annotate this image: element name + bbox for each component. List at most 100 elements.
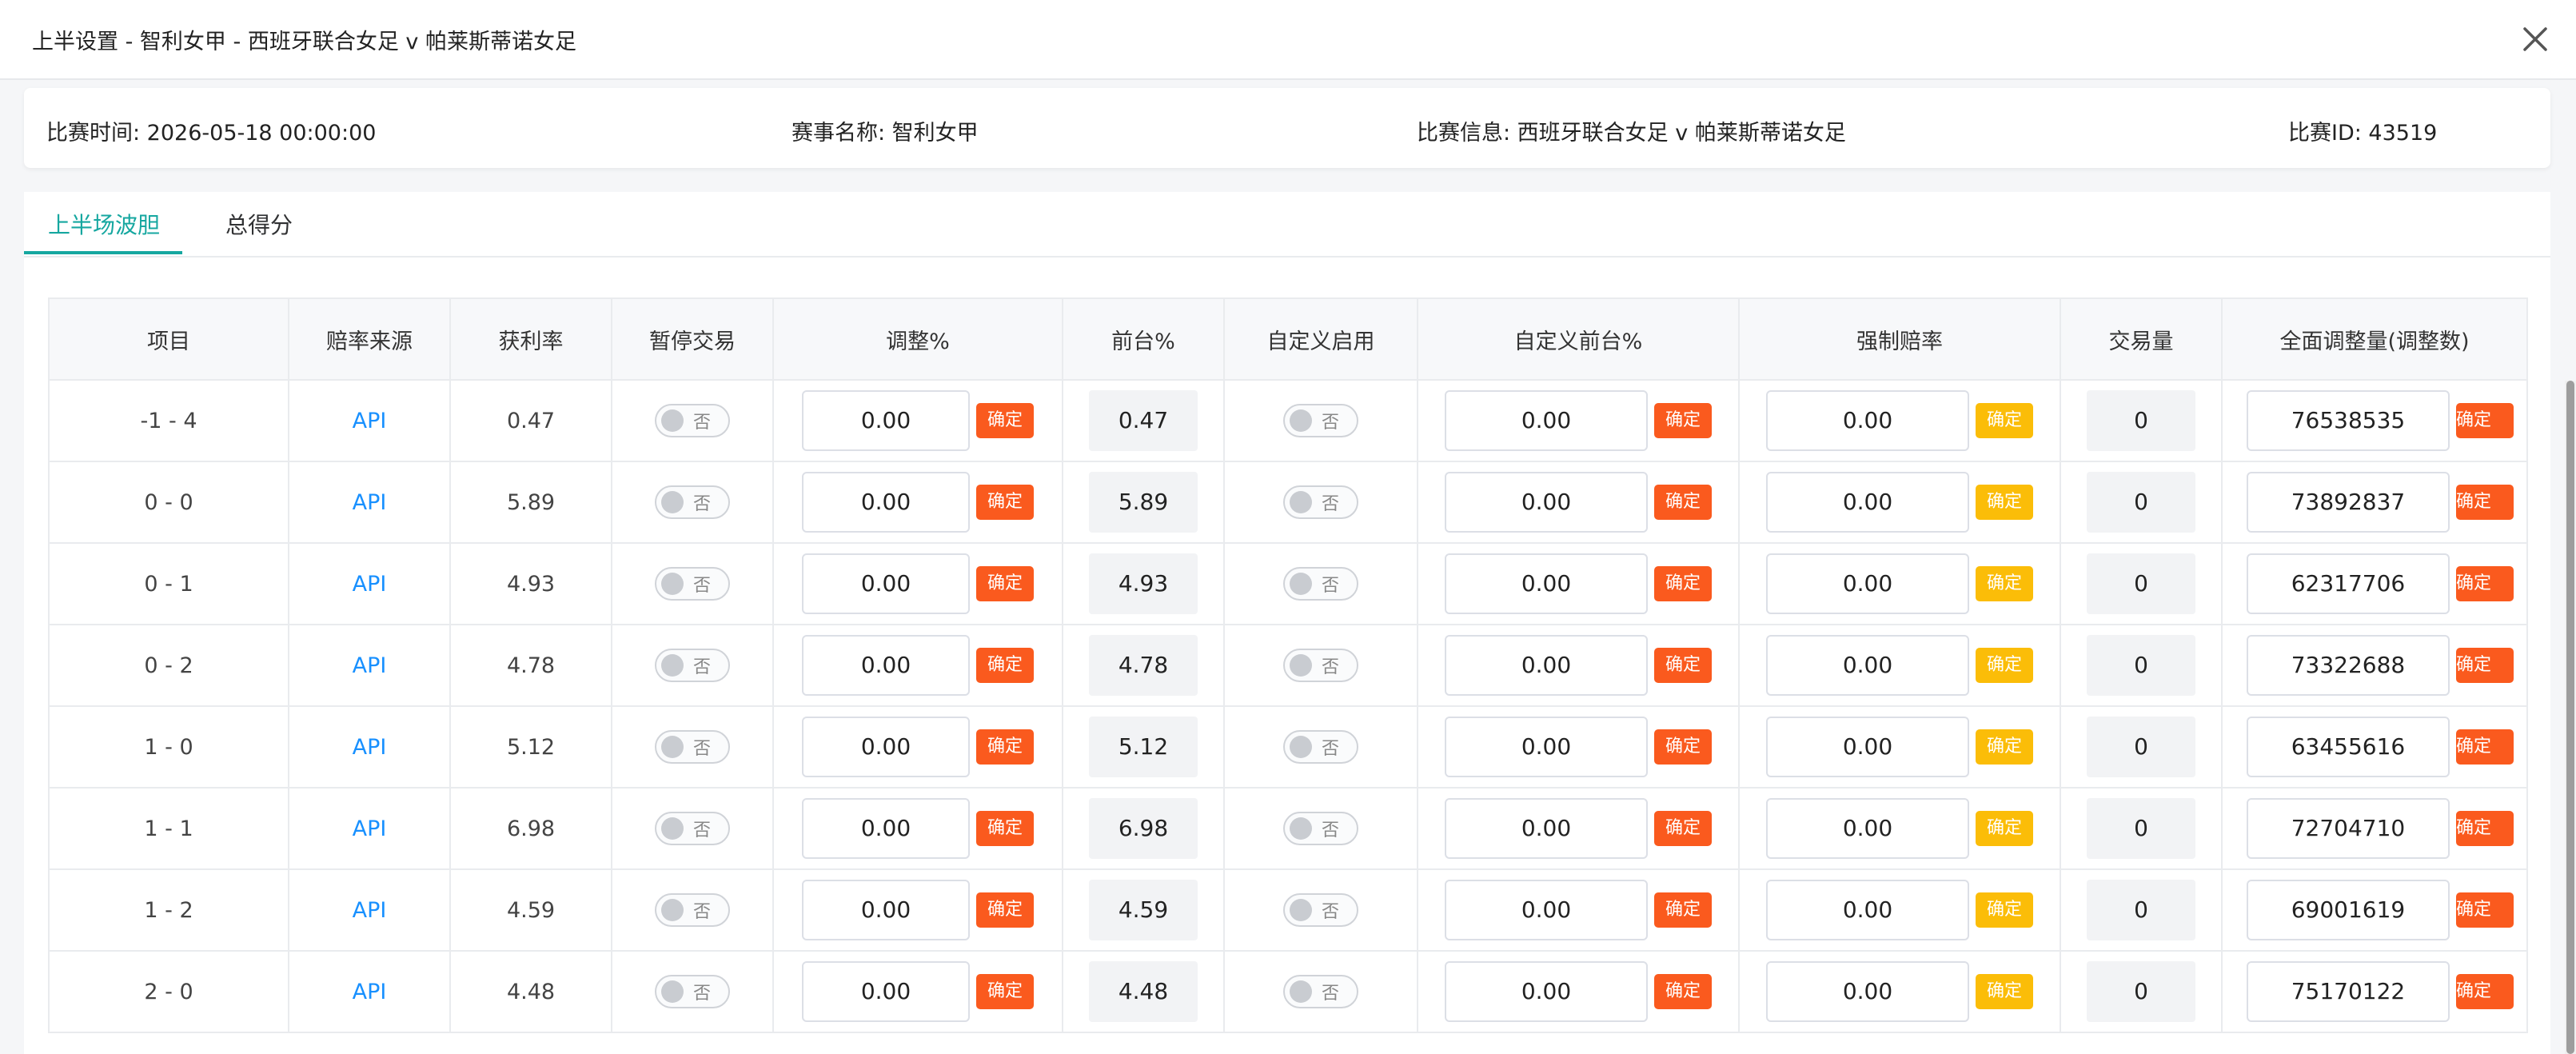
total-adjust-input[interactable]: 75170122 [2247, 961, 2450, 1022]
total-adjust-input[interactable]: 73892837 [2247, 472, 2450, 533]
adjust-confirm-button[interactable]: 确定 [976, 648, 1034, 683]
custom-front-input[interactable]: 0.00 [1445, 553, 1648, 614]
force-odds-confirm-button[interactable]: 确定 [1976, 811, 2033, 846]
total-adjust-input[interactable]: 73322688 [2247, 635, 2450, 696]
force-odds-input[interactable]: 0.00 [1766, 390, 1969, 451]
adjust-percent-input[interactable]: 0.00 [802, 880, 970, 940]
adjust-percent-input[interactable]: 0.00 [802, 390, 970, 451]
adjust-percent-input[interactable]: 0.00 [802, 635, 970, 696]
pause-trading-toggle[interactable]: 否 [655, 893, 730, 927]
custom-front-input[interactable]: 0.00 [1445, 390, 1648, 451]
adjust-cell: 0.00 确定 [772, 950, 1063, 1033]
adjust-percent-input[interactable]: 0.00 [802, 961, 970, 1022]
adjust-percent-input[interactable]: 0.00 [802, 717, 970, 777]
custom-front-input[interactable]: 0.00 [1445, 798, 1648, 859]
force-odds-confirm-button[interactable]: 确定 [1976, 403, 2033, 438]
adjust-confirm-button[interactable]: 确定 [976, 729, 1034, 765]
force-odds-input[interactable]: 0.00 [1766, 553, 1969, 614]
pause-trading-toggle[interactable]: 否 [655, 485, 730, 519]
close-icon[interactable] [2515, 19, 2555, 59]
custom-enable-toggle[interactable]: 否 [1283, 649, 1358, 682]
odds-source-link[interactable]: API [353, 816, 387, 841]
pause-trading-toggle[interactable]: 否 [655, 649, 730, 682]
odds-source-link[interactable]: API [353, 409, 387, 433]
odds-source-link[interactable]: API [353, 980, 387, 1004]
force-odds-confirm-button[interactable]: 确定 [1976, 974, 2033, 1009]
toggle-knob [1290, 409, 1312, 432]
custom-enable-toggle[interactable]: 否 [1283, 730, 1358, 764]
custom-front-confirm-button[interactable]: 确定 [1654, 566, 1712, 601]
custom-enable-toggle[interactable]: 否 [1283, 485, 1358, 519]
front-percent-value: 4.48 [1089, 961, 1198, 1022]
tab-first-half-correct-score[interactable]: 上半场波胆 [48, 208, 160, 240]
adjust-percent-input[interactable]: 0.00 [802, 472, 970, 533]
custom-front-confirm-button[interactable]: 确定 [1654, 403, 1712, 438]
total-adjust-confirm-button[interactable]: 确定 [2456, 403, 2514, 438]
total-adjust-confirm-button[interactable]: 确定 [2456, 892, 2514, 928]
pause-trading-toggle[interactable]: 否 [655, 730, 730, 764]
odds-source-link[interactable]: API [353, 653, 387, 678]
front-percent-value: 5.12 [1089, 717, 1198, 777]
custom-front-confirm-button[interactable]: 确定 [1654, 729, 1712, 765]
toggle-knob [1290, 736, 1312, 758]
custom-enable-toggle[interactable]: 否 [1283, 404, 1358, 437]
odds-source-link[interactable]: API [353, 735, 387, 760]
item-label: 2 - 0 [144, 979, 193, 1004]
force-odds-confirm-button[interactable]: 确定 [1976, 729, 2033, 765]
adjust-confirm-button[interactable]: 确定 [976, 403, 1034, 438]
total-adjust-input[interactable]: 76538535 [2247, 390, 2450, 451]
odds-source-link[interactable]: API [353, 572, 387, 597]
odds-source-link[interactable]: API [353, 490, 387, 515]
custom-front-confirm-button[interactable]: 确定 [1654, 648, 1712, 683]
custom-front-input[interactable]: 0.00 [1445, 635, 1648, 696]
force-odds-confirm-button[interactable]: 确定 [1976, 892, 2033, 928]
total-adjust-confirm-button[interactable]: 确定 [2456, 811, 2514, 846]
force-odds-confirm-button[interactable]: 确定 [1976, 648, 2033, 683]
custom-front-confirm-button[interactable]: 确定 [1654, 974, 1712, 1009]
custom-front-input[interactable]: 0.00 [1445, 472, 1648, 533]
scrollbar[interactable] [2565, 381, 2576, 1054]
tab-total-score[interactable]: 总得分 [225, 208, 293, 240]
total-adjust-confirm-button[interactable]: 确定 [2456, 974, 2514, 1009]
custom-enable-toggle[interactable]: 否 [1283, 975, 1358, 1008]
total-adjust-confirm-button[interactable]: 确定 [2456, 566, 2514, 601]
adjust-percent-input[interactable]: 0.00 [802, 553, 970, 614]
scrollbar-thumb[interactable] [2566, 381, 2574, 1054]
adjust-confirm-button[interactable]: 确定 [976, 974, 1034, 1009]
custom-front-confirm-button[interactable]: 确定 [1654, 811, 1712, 846]
force-odds-input[interactable]: 0.00 [1766, 961, 1969, 1022]
custom-front-confirm-button[interactable]: 确定 [1654, 485, 1712, 520]
adjust-confirm-button[interactable]: 确定 [976, 566, 1034, 601]
total-adjust-input[interactable]: 62317706 [2247, 553, 2450, 614]
adjust-confirm-button[interactable]: 确定 [976, 485, 1034, 520]
force-odds-input[interactable]: 0.00 [1766, 880, 1969, 940]
total-adjust-input[interactable]: 72704710 [2247, 798, 2450, 859]
total-adjust-input[interactable]: 63455616 [2247, 717, 2450, 777]
custom-enable-toggle[interactable]: 否 [1283, 893, 1358, 927]
total-adjust-cell: 62317706 确定 [2221, 542, 2528, 625]
custom-front-input[interactable]: 0.00 [1445, 880, 1648, 940]
custom-front-confirm-button[interactable]: 确定 [1654, 892, 1712, 928]
custom-front-input[interactable]: 0.00 [1445, 961, 1648, 1022]
adjust-confirm-button[interactable]: 确定 [976, 811, 1034, 846]
force-odds-confirm-button[interactable]: 确定 [1976, 485, 2033, 520]
custom-enable-toggle[interactable]: 否 [1283, 812, 1358, 845]
total-adjust-confirm-button[interactable]: 确定 [2456, 485, 2514, 520]
odds-source-link[interactable]: API [353, 898, 387, 923]
custom-front-input[interactable]: 0.00 [1445, 717, 1648, 777]
total-adjust-confirm-button[interactable]: 确定 [2456, 729, 2514, 765]
pause-trading-toggle[interactable]: 否 [655, 567, 730, 601]
total-adjust-confirm-button[interactable]: 确定 [2456, 648, 2514, 683]
force-odds-input[interactable]: 0.00 [1766, 798, 1969, 859]
adjust-percent-input[interactable]: 0.00 [802, 798, 970, 859]
force-odds-input[interactable]: 0.00 [1766, 717, 1969, 777]
pause-trading-toggle[interactable]: 否 [655, 975, 730, 1008]
force-odds-confirm-button[interactable]: 确定 [1976, 566, 2033, 601]
total-adjust-input[interactable]: 69001619 [2247, 880, 2450, 940]
adjust-confirm-button[interactable]: 确定 [976, 892, 1034, 928]
pause-trading-toggle[interactable]: 否 [655, 404, 730, 437]
force-odds-input[interactable]: 0.00 [1766, 472, 1969, 533]
force-odds-input[interactable]: 0.00 [1766, 635, 1969, 696]
custom-enable-toggle[interactable]: 否 [1283, 567, 1358, 601]
pause-trading-toggle[interactable]: 否 [655, 812, 730, 845]
